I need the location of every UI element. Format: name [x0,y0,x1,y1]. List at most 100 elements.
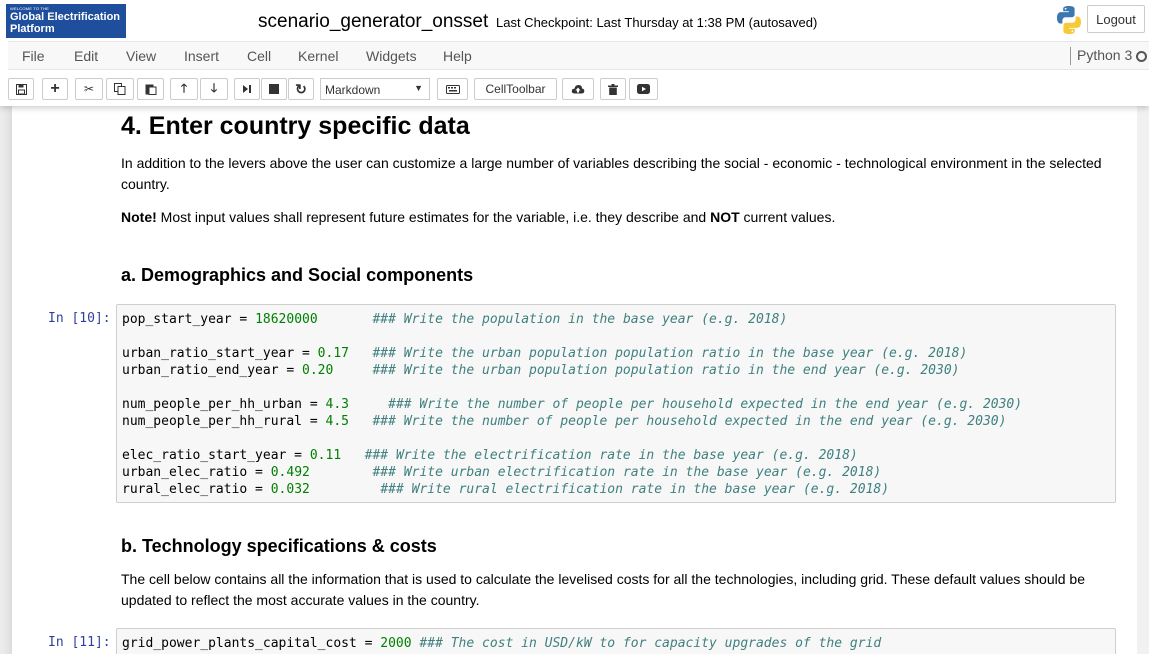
code-number: 4.5 [325,414,349,429]
menu-view[interactable]: View [126,48,156,64]
page-scrollbar[interactable] [1137,106,1149,654]
code-comment: ### Write the urban population populatio… [372,346,968,361]
code-comment: ### Write the population in the base yea… [372,312,788,327]
move-down-button[interactable]: 🡓 [200,78,228,100]
code-number: 2000 [380,636,412,651]
code-line: urban_ratio_start_year = 0.17 ### Write … [122,345,1110,362]
plus-icon: + [50,80,60,97]
code-variable: elec_ratio_start_year = [122,448,310,463]
copy-button[interactable] [106,78,134,100]
code-variable: urban_ratio_start_year = [122,346,318,361]
menubar: File Edit View Insert Cell Kernel Widget… [8,41,1149,70]
note-text-1: Most input values shall represent future… [156,209,711,225]
scissors-icon: ✂ [83,82,95,96]
stop-icon [269,84,279,94]
command-palette-button[interactable] [437,78,468,100]
code-number: 18620000 [255,312,318,327]
code-number: 0.492 [270,465,310,480]
platform-logo[interactable]: WELCOME TO THE Global Electrification Pl… [6,4,126,38]
code-line: grid_power_plants_capital_cost = 2000 ##… [122,635,1110,652]
menu-file[interactable]: File [22,48,45,64]
arrow-up-icon: 🡑 [180,80,188,95]
logout-button[interactable]: Logout [1087,5,1145,33]
celltoolbar-button[interactable]: CellToolbar [474,78,557,100]
code-cell-10[interactable]: pop_start_year = 18620000 ### Write the … [116,304,1116,503]
code-comment: ### Write the electrification rate in th… [364,448,858,463]
logo-line-2: Platform [10,23,55,35]
note-text-2: current values. [739,209,836,225]
keyboard-icon [445,84,460,94]
input-prompt-11: In [11]: [48,635,111,650]
code-number: 0.20 [302,363,334,378]
present-button[interactable] [629,78,658,100]
cloud-upload-icon [571,85,585,94]
code-line: rural_elec_ratio = 0.032 ### Write rural… [122,481,1110,498]
caret-down-icon: ▼ [414,83,423,93]
menu-help[interactable]: Help [443,48,472,64]
code-comment: ### Write rural electrification rate in … [380,482,890,497]
menu-kernel[interactable]: Kernel [298,48,338,64]
paste-icon [145,84,156,95]
paragraph-note: Note! Most input values shall represent … [121,207,1111,228]
header: WELCOME TO THE Global Electrification Pl… [0,0,1149,106]
paste-button[interactable] [137,78,164,100]
code-comment: ### Write the number of people per house… [372,414,1007,429]
upload-button[interactable] [562,78,594,100]
save-button[interactable] [8,78,34,100]
code-comment: ### The cost in USD/kW to for capacity u… [419,636,882,651]
code-comment: ### Write urban electrification rate in … [372,465,882,480]
code-variable: grid_power_plants_capital_cost = [122,636,381,651]
kernel-name[interactable]: Python 3 [1070,47,1132,65]
code-line: pop_start_year = 18620000 ### Write the … [122,311,1110,328]
interrupt-button[interactable] [261,78,287,100]
cut-button[interactable]: ✂ [75,78,103,100]
code-line: elec_ratio_start_year = 0.11 ### Write t… [122,447,1110,464]
code-number: 0.11 [309,448,342,463]
insert-cell-button[interactable]: + [42,78,68,100]
code-cell-11[interactable]: grid_power_plants_capital_cost = 2000 ##… [116,628,1116,654]
kernel-idle-icon [1136,51,1147,62]
cell-type-value: Markdown [325,83,381,97]
heading-country-data: 4. Enter country specific data [121,112,470,140]
cell-type-select[interactable]: Markdown ▼ [320,78,430,100]
code-comment: ### Write the number of people per house… [388,397,1023,412]
heading-technology: b. Technology specifications & costs [121,536,437,556]
trash-icon [608,83,618,95]
paragraph-technology: The cell below contains all the informat… [121,571,1085,608]
code-variable: num_people_per_hh_urban = [122,397,326,412]
heading-demographics: a. Demographics and Social components [121,265,474,285]
step-forward-icon [243,85,251,93]
restart-kernel-button[interactable]: ↻ [288,78,314,100]
code-number: 0.17 [317,346,349,361]
logo-line-1: Global Electrification [10,11,121,23]
menu-cell[interactable]: Cell [247,48,271,64]
copy-icon [114,83,126,95]
floppy-disk-icon [15,83,27,95]
code-variable: urban_elec_ratio = [122,465,271,480]
delete-cell-button[interactable] [600,78,626,100]
code-variable: urban_ratio_end_year = [122,363,303,378]
code-line: num_people_per_hh_urban = 4.3 ### Write … [122,396,1110,413]
checkpoint-status: Last Checkpoint: Last Thursday at 1:38 P… [496,15,818,30]
python-logo-icon [1057,6,1081,34]
code-number: 4.3 [325,397,349,412]
youtube-play-icon [637,84,650,94]
paragraph-intro: In addition to the levers above the user… [121,155,1102,192]
code-number: 0.032 [270,482,310,497]
arrow-down-icon: 🡓 [210,80,218,95]
menu-widgets[interactable]: Widgets [366,48,417,64]
notebook-name[interactable]: scenario_generator_onsset [258,11,488,33]
code-line: urban_ratio_end_year = 0.20 ### Write th… [122,362,1110,379]
code-line: num_people_per_hh_rural = 4.5 ### Write … [122,413,1110,430]
menu-edit[interactable]: Edit [74,48,98,64]
code-variable: rural_elec_ratio = [122,482,271,497]
run-button[interactable] [234,78,260,100]
move-up-button[interactable]: 🡑 [170,78,198,100]
menu-insert[interactable]: Insert [184,48,219,64]
note-not: NOT [710,209,740,225]
code-line: urban_elec_ratio = 0.492 ### Write urban… [122,464,1110,481]
refresh-icon: ↻ [295,80,307,97]
